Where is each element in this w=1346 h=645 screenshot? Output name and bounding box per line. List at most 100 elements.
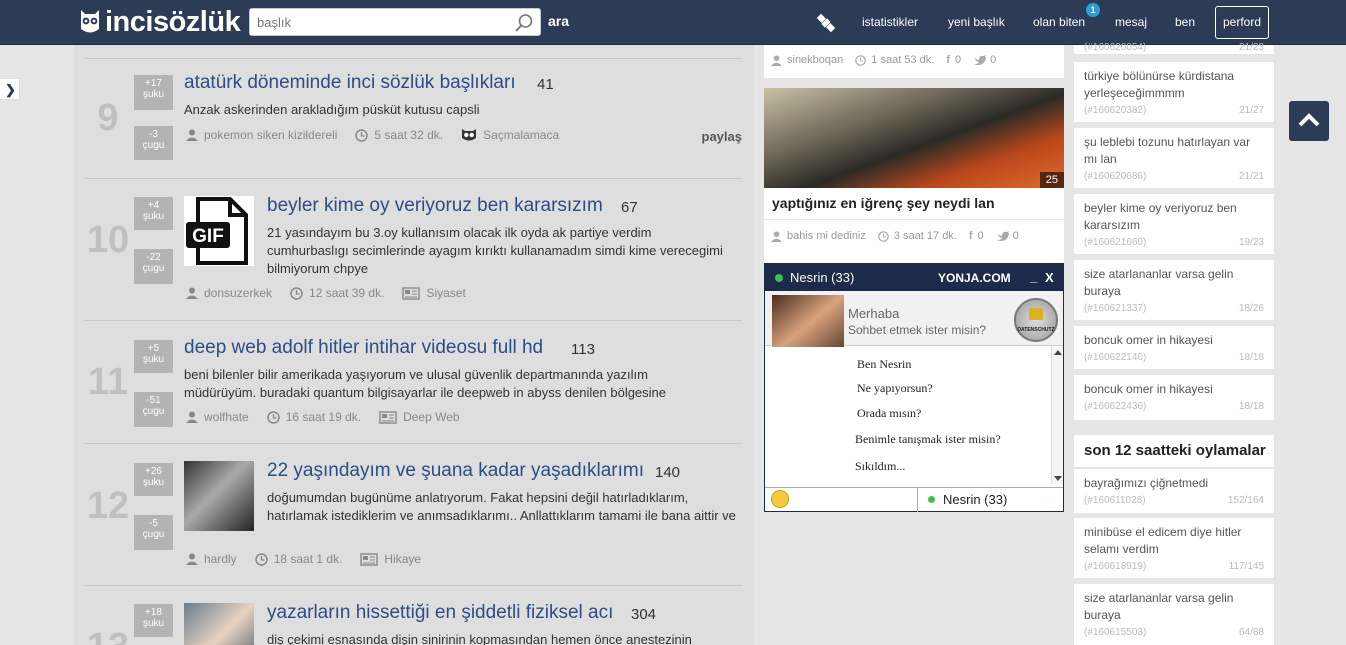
topic-title[interactable]: beyler kime oy veriyoruz ben kararsızım [267, 195, 603, 217]
channel-link[interactable]: Hikaye [384, 552, 421, 566]
gif-thumbnail[interactable]: GIF [184, 196, 254, 266]
sidebar-topic-item[interactable]: (#160620054) 21/23 [1074, 42, 1274, 54]
facebook-icon[interactable]: f [969, 230, 973, 242]
minimize-button[interactable]: _ [1030, 269, 1037, 284]
upvote-button[interactable]: +18 şuku [134, 604, 173, 637]
media-title[interactable]: yaptığınız en iğrenç şey neydi lan [764, 188, 1064, 219]
chat-scrollbar[interactable] [1051, 347, 1063, 484]
author-link[interactable]: pokemon siken kizildereli [204, 128, 337, 142]
chat-header: Nesrin (33) YONJA.COM _ X [765, 264, 1063, 291]
topic-score: 18/18 [1238, 352, 1264, 363]
author-link[interactable]: hardly [204, 552, 237, 566]
topic-score: 117/145 [1228, 561, 1264, 572]
topic-title[interactable]: size atarlananlar varsa gelin buraya [1084, 590, 1264, 624]
satellite-icon[interactable] [812, 10, 840, 36]
scroll-to-top-button[interactable] [1289, 101, 1329, 141]
sidebar-topic-item[interactable]: boncuk omer in hikayesi (#160622140) 18/1… [1074, 326, 1274, 369]
upvote-button[interactable]: +5 şuku [134, 340, 173, 373]
downvote-button[interactable]: -22 çugu [134, 249, 173, 284]
sidebar-vote-item[interactable]: bayrağımızı çiğnetmedi (#160611028) 152/1… [1074, 469, 1274, 513]
topic-summary: beni bilenler bilir amerikada yaşıyorum … [184, 367, 667, 400]
chat-ad-widget[interactable]: Nesrin (33) YONJA.COM _ X Merhaba Sohbet… [764, 263, 1064, 512]
like-count: 0 [977, 230, 984, 242]
downvote-button[interactable]: -5 çugu [134, 515, 173, 550]
channel-link[interactable]: Deep Web [403, 410, 459, 424]
chat-message: Benimle tanışmak ister misin? [855, 432, 1001, 446]
topic-title[interactable]: boncuk omer in hikayesi [1084, 381, 1264, 398]
logo-text: incisözlük [105, 5, 241, 38]
smiley-icon[interactable] [771, 490, 789, 508]
channel-link[interactable]: Saçmalamaca [483, 128, 559, 142]
nav-statistics[interactable]: istatistikler [862, 15, 918, 29]
chat-messages: Ben Nesrin Ne yapıyorsun? Orada mısın? B… [765, 347, 1063, 484]
topic-id: (#160620054) [1084, 42, 1147, 53]
entry-count: 67 [621, 199, 638, 216]
topic-summary: doğumumdan bugünüme anlatıyorum. Fakat h… [267, 490, 736, 523]
twitter-icon[interactable] [973, 54, 987, 66]
nav-events[interactable]: olan biten [1033, 15, 1085, 29]
twitter-icon[interactable] [995, 230, 1009, 242]
topic-title[interactable]: deep web adolf hitler intihar videosu fu… [184, 337, 543, 359]
chat-site-name[interactable]: YONJA.COM [938, 271, 1011, 285]
channel-link[interactable]: Siyaset [426, 286, 465, 300]
topic-score: 18/26 [1238, 303, 1264, 314]
topic-title[interactable]: beyler kime oy veriyoruz ben kararsızım [1084, 200, 1264, 234]
topic-entry: 11 +5 şuku -51 çugu deep web adolf hitler … [84, 321, 742, 444]
close-button[interactable]: X [1045, 270, 1054, 285]
downvote-button[interactable]: -3 çugu [134, 126, 173, 160]
topic-title[interactable]: boncuk omer in hikayesi [1084, 332, 1264, 349]
topic-thumbnail[interactable] [184, 461, 254, 531]
card-time: 3 saat 17 dk. [893, 230, 957, 242]
author-link[interactable]: donsuzerkek [204, 286, 272, 300]
media-image[interactable]: 25 [764, 88, 1064, 188]
share-button[interactable]: paylaş [702, 129, 742, 144]
topic-title[interactable]: türkiye bölünürse kürdistana yerleşeceği… [1084, 68, 1264, 102]
sidebar-topic-item[interactable]: size atarlananlar varsa gelin buraya (#1… [1074, 260, 1274, 320]
author-link[interactable]: wolfhate [204, 410, 249, 424]
sidebar-topic-item[interactable]: türkiye bölünürse kürdistana yerleşeceği… [1074, 62, 1274, 122]
upvote-button[interactable]: +4 şuku [134, 197, 173, 230]
user-icon [186, 411, 198, 423]
rank-number: 9 [97, 97, 119, 139]
author-link[interactable]: bahis mi dediniz [787, 230, 866, 242]
topic-title[interactable]: yazarların hissettiği en şiddetli fiziks… [267, 602, 613, 624]
tweet-count: 0 [1012, 230, 1019, 242]
search-icon[interactable] [514, 13, 534, 33]
nav-new-topic[interactable]: yeni başlık [948, 15, 1005, 29]
topic-id: (#160621337) [1084, 303, 1147, 314]
topic-thumbnail[interactable] [184, 603, 254, 645]
search-input[interactable] [250, 9, 505, 35]
scroll-down-arrow-icon[interactable] [1054, 476, 1062, 481]
upvote-button[interactable]: +17 şuku [134, 75, 173, 110]
chat-message: Ben Nesrin [857, 357, 912, 371]
top-bar: incisözlük ara istatistikler yeni başlık… [0, 0, 1346, 45]
search-button[interactable]: ara [548, 13, 569, 29]
downvote-button[interactable]: -51 çugu [134, 392, 173, 427]
topic-title[interactable]: size atarlananlar varsa gelin buraya [1084, 266, 1264, 300]
author-link[interactable]: sinekboqan [787, 54, 843, 66]
nav-messages[interactable]: mesaj [1115, 15, 1147, 29]
topic-title[interactable]: 22 yaşındayım ve şuana kadar yaşadıkları… [267, 460, 644, 482]
topic-title[interactable]: atatürk döneminde inci sözlük başlıkları [184, 72, 516, 94]
side-toggle-button[interactable]: ❯ [0, 78, 20, 100]
scroll-up-arrow-icon[interactable] [1054, 350, 1062, 355]
topic-time: 18 saat 1 dk. [273, 552, 343, 566]
user-menu-button[interactable]: perford [1215, 6, 1269, 39]
nav-me[interactable]: ben [1175, 15, 1195, 29]
sidebar-topic-item[interactable]: boncuk omer in hikayesi (#160622436) 18/1… [1074, 375, 1274, 420]
chevron-up-icon [1298, 113, 1320, 127]
sidebar-vote-item[interactable]: size atarlananlar varsa gelin buraya (#1… [1074, 584, 1274, 645]
facebook-icon[interactable]: f [946, 54, 950, 66]
online-dot-icon [928, 496, 935, 503]
topic-title[interactable]: minibüse el edicem diye hitler selamı ve… [1084, 524, 1264, 558]
sidebar-vote-item[interactable]: minibüse el edicem diye hitler selamı ve… [1074, 518, 1274, 578]
site-logo[interactable]: incisözlük [78, 5, 241, 38]
chat-footer-name[interactable]: Nesrin (33) [943, 492, 1007, 507]
topic-time: 5 saat 32 dk. [374, 128, 444, 142]
section-heading: son 12 saatteki oylamalar [1074, 435, 1274, 467]
upvote-button[interactable]: +26 şuku [134, 463, 173, 496]
topic-title[interactable]: bayrağımızı çiğnetmedi [1084, 475, 1264, 492]
sidebar-topic-item[interactable]: şu leblebi tozunu hatırlayan var mı lan … [1074, 128, 1274, 188]
sidebar-topic-item[interactable]: beyler kime oy veriyoruz ben kararsızım … [1074, 194, 1274, 254]
topic-title[interactable]: şu leblebi tozunu hatırlayan var mı lan [1084, 134, 1264, 168]
